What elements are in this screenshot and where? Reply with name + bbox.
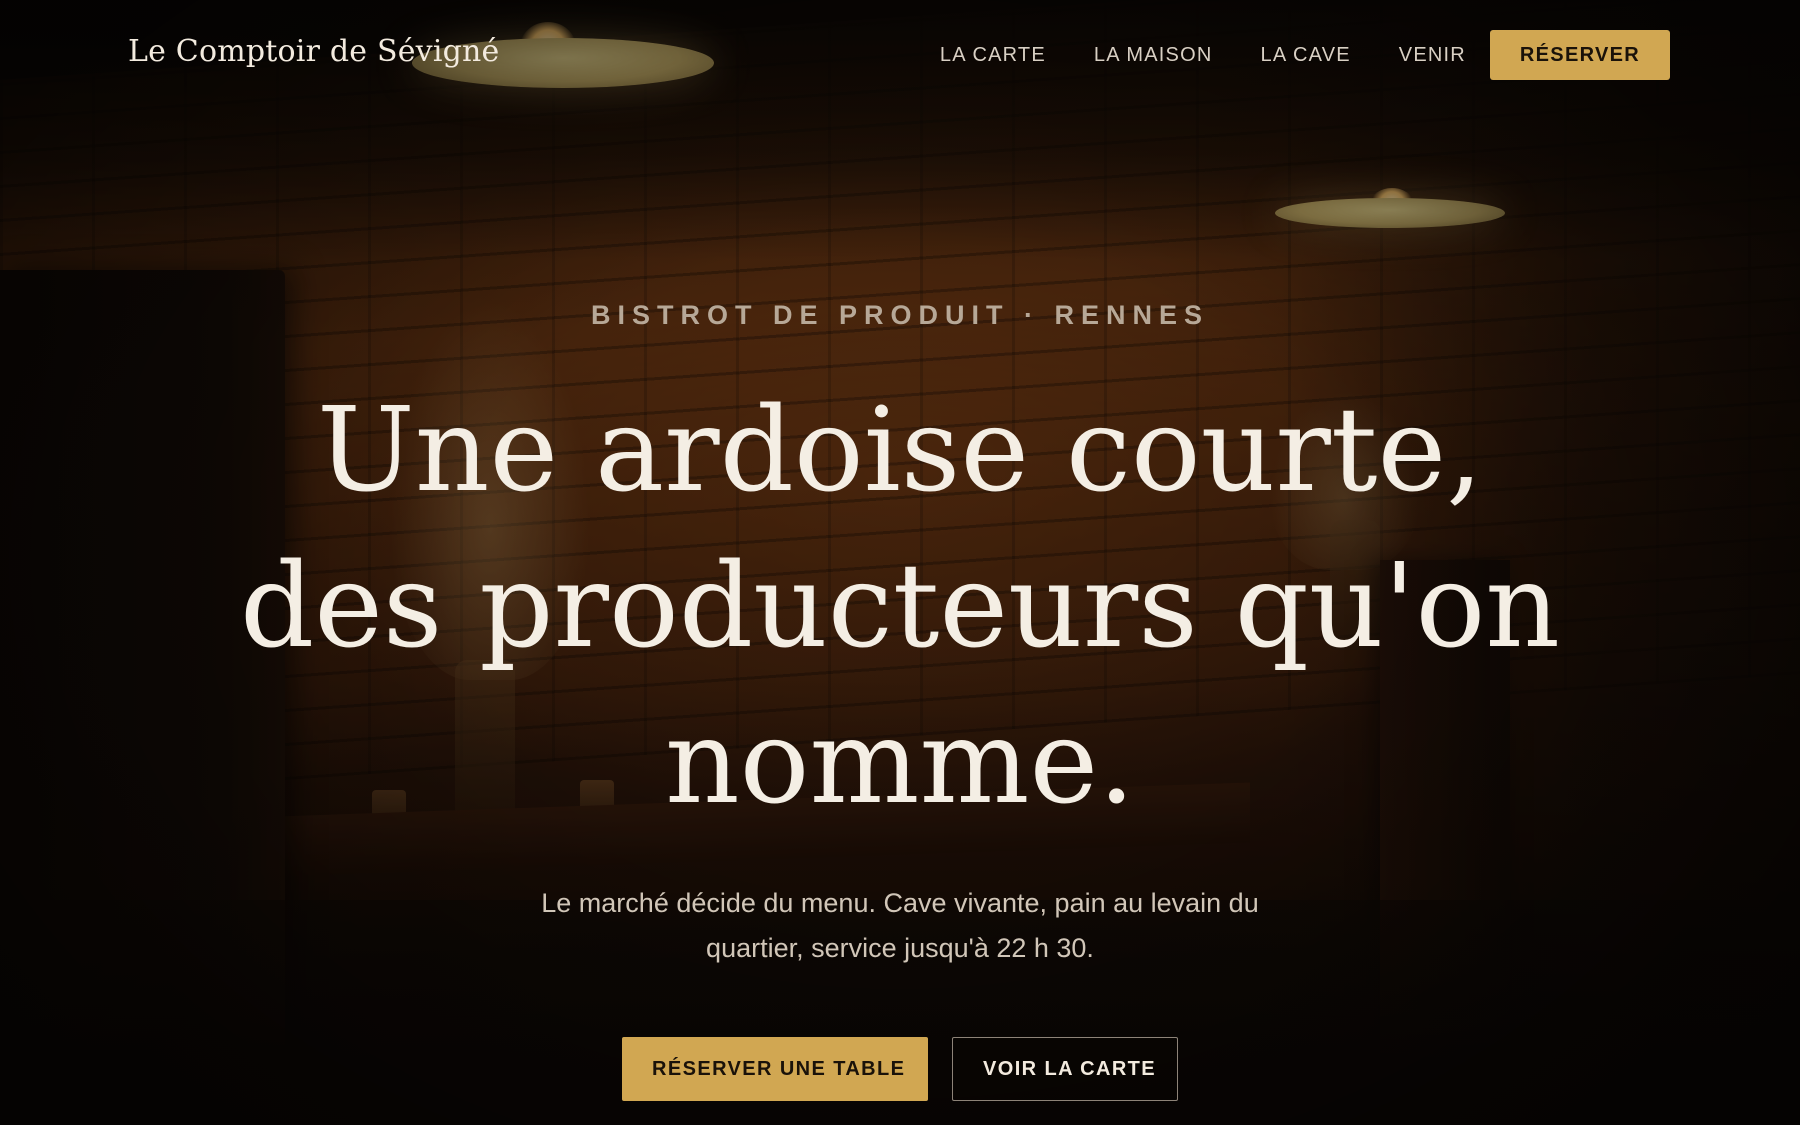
- headline-line: Une ardoise courte,: [317, 383, 1483, 518]
- nav-link-la-maison[interactable]: LA MAISON: [1094, 44, 1213, 67]
- nav-link-la-cave[interactable]: LA CAVE: [1261, 44, 1351, 67]
- book-table-button[interactable]: RÉSERVER UNE TABLE: [622, 1037, 928, 1101]
- hero-section: Le Comptoir de Sévigné LA CARTE LA MAISO…: [0, 0, 1800, 1125]
- logo[interactable]: Le Comptoir de Sévigné: [128, 34, 500, 69]
- eyebrow-text: BISTROT DE PRODUIT · RENNES: [590, 300, 1210, 330]
- site-header: Le Comptoir de Sévigné LA CARTE LA MAISO…: [0, 0, 1800, 112]
- subtitle: Le marché décide du menu. Cave vivante, …: [541, 888, 1259, 963]
- main-nav: LA CARTE LA MAISON LA CAVE VENIR RÉSERVE…: [892, 30, 1670, 80]
- nav-link-la-carte[interactable]: LA CARTE: [940, 44, 1046, 67]
- nav-link-venir[interactable]: VENIR: [1399, 44, 1466, 67]
- headline-line: des producteurs qu'on: [239, 539, 1560, 674]
- cta-group: RÉSERVER UNE TABLE VOIR LA CARTE: [0, 1037, 1800, 1101]
- view-menu-button[interactable]: VOIR LA CARTE: [952, 1037, 1178, 1101]
- reserve-button[interactable]: RÉSERVER: [1489, 30, 1670, 80]
- headline: Une ardoise courte, des producteurs qu'o…: [200, 373, 1600, 841]
- hero-content: BISTROT DE PRODUIT · RENNES Une ardoise …: [0, 300, 1800, 1101]
- headline-line: nomme.: [664, 695, 1136, 830]
